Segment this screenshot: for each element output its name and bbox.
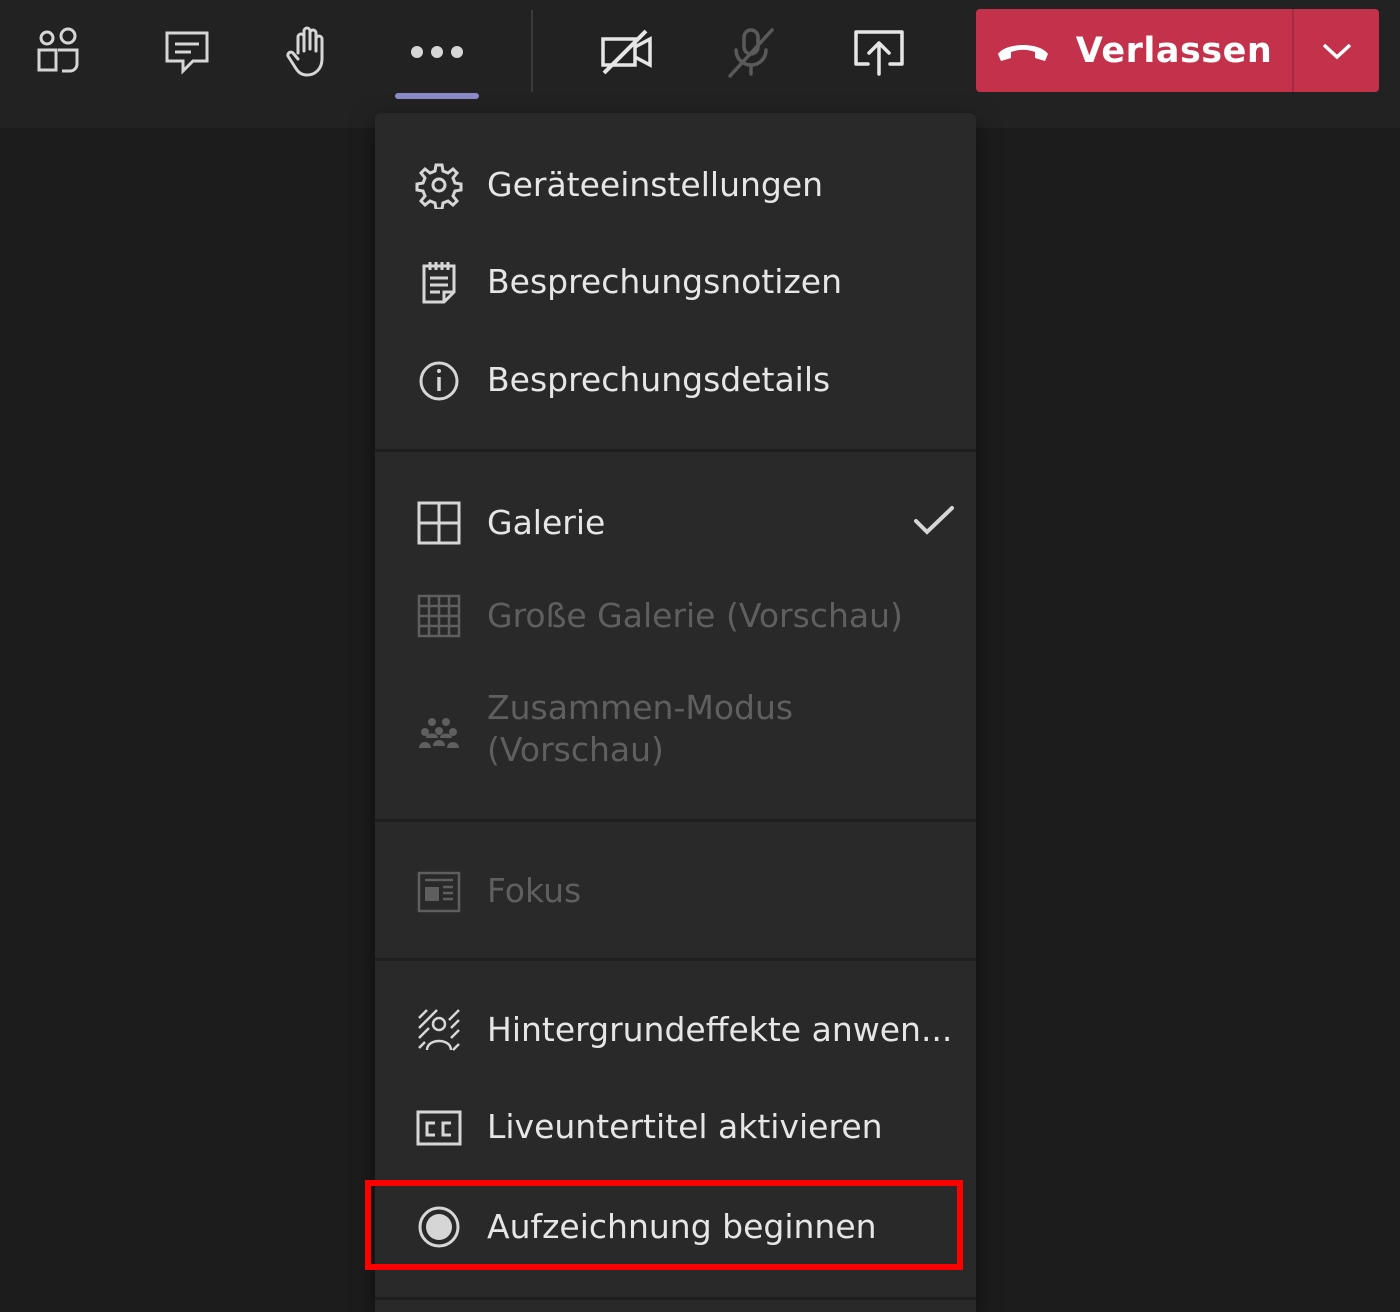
raise-hand-icon [286, 26, 324, 77]
menu-item-label: Besprechungsdetails [487, 360, 831, 399]
info-icon [415, 356, 463, 404]
grid-icon [415, 499, 463, 547]
menu-item-label: Besprechungsnotizen [487, 262, 843, 301]
menu-item-label-line2: (Vorschau) [487, 730, 664, 769]
share-screen-icon [854, 30, 904, 76]
menu-item-label-line1: Zusammen-Modus [487, 688, 794, 727]
captions-icon [415, 1103, 463, 1151]
large-grid-icon [415, 592, 463, 640]
share-screen-button[interactable] [834, 14, 924, 90]
menu-separator [375, 958, 976, 961]
toolbar-divider [531, 10, 533, 92]
meeting-toolbar: Verlassen [0, 0, 1400, 128]
menu-item-device-settings[interactable]: Geräteeinstellungen [375, 153, 976, 217]
menu-item-background-effects[interactable]: Hintergrundeffekte anwen... [375, 998, 976, 1062]
camera-off-icon [601, 29, 652, 75]
raise-hand-button[interactable] [264, 14, 354, 90]
leave-options-button[interactable] [1294, 9, 1379, 92]
menu-item-gallery[interactable]: Galerie [375, 491, 976, 555]
menu-separator [375, 449, 976, 452]
menu-item-meeting-notes[interactable]: Besprechungsnotizen [375, 250, 976, 314]
menu-item-large-gallery: Große Galerie (Vorschau) [375, 584, 976, 648]
menu-item-label: Hintergrundeffekte anwen... [487, 1010, 953, 1049]
menu-item-focus: Fokus [375, 859, 976, 923]
menu-item-start-recording[interactable]: Aufzeichnung beginnen [375, 1195, 976, 1259]
gear-icon [415, 161, 463, 209]
leave-label: Verlassen [1075, 30, 1273, 71]
leave-button[interactable]: Verlassen [976, 9, 1292, 92]
background-effects-icon [415, 1006, 463, 1054]
menu-item-label: Aufzeichnung beginnen [487, 1207, 877, 1246]
people-icon [37, 27, 79, 73]
leave-button-group: Verlassen [976, 9, 1379, 92]
more-actions-menu: Geräteeinstellungen Besprechungsnotizen … [375, 113, 976, 1312]
together-mode-icon [415, 708, 463, 756]
menu-item-label: Fokus [487, 871, 582, 910]
menu-item-label: Große Galerie (Vorschau) [487, 596, 903, 635]
menu-item-meeting-details[interactable]: Besprechungsdetails [375, 348, 976, 412]
menu-separator [375, 819, 976, 822]
focus-icon [415, 867, 463, 915]
chevron-down-icon [1322, 43, 1351, 59]
participants-button[interactable] [14, 14, 104, 90]
menu-item-label: Geräteeinstellungen [487, 165, 824, 204]
more-dots-icon [411, 46, 463, 58]
menu-item-label: Galerie [487, 503, 606, 542]
notes-icon [415, 258, 463, 306]
checkmark-icon [912, 504, 956, 542]
chat-icon [165, 31, 209, 75]
menu-item-label: Liveuntertitel aktivieren [487, 1107, 883, 1146]
menu-item-live-captions[interactable]: Liveuntertitel aktivieren [375, 1095, 976, 1159]
hang-up-icon [997, 44, 1048, 61]
chat-button[interactable] [142, 14, 232, 90]
menu-item-together-mode: Zusammen-Modus (Vorschau) [375, 687, 976, 777]
mic-off-icon [728, 28, 774, 78]
camera-toggle-button[interactable] [583, 14, 673, 90]
mic-toggle-button[interactable] [707, 14, 797, 90]
record-icon [415, 1203, 463, 1251]
menu-separator [375, 1297, 976, 1300]
more-actions-button[interactable] [392, 14, 482, 90]
active-tab-indicator [395, 93, 479, 99]
